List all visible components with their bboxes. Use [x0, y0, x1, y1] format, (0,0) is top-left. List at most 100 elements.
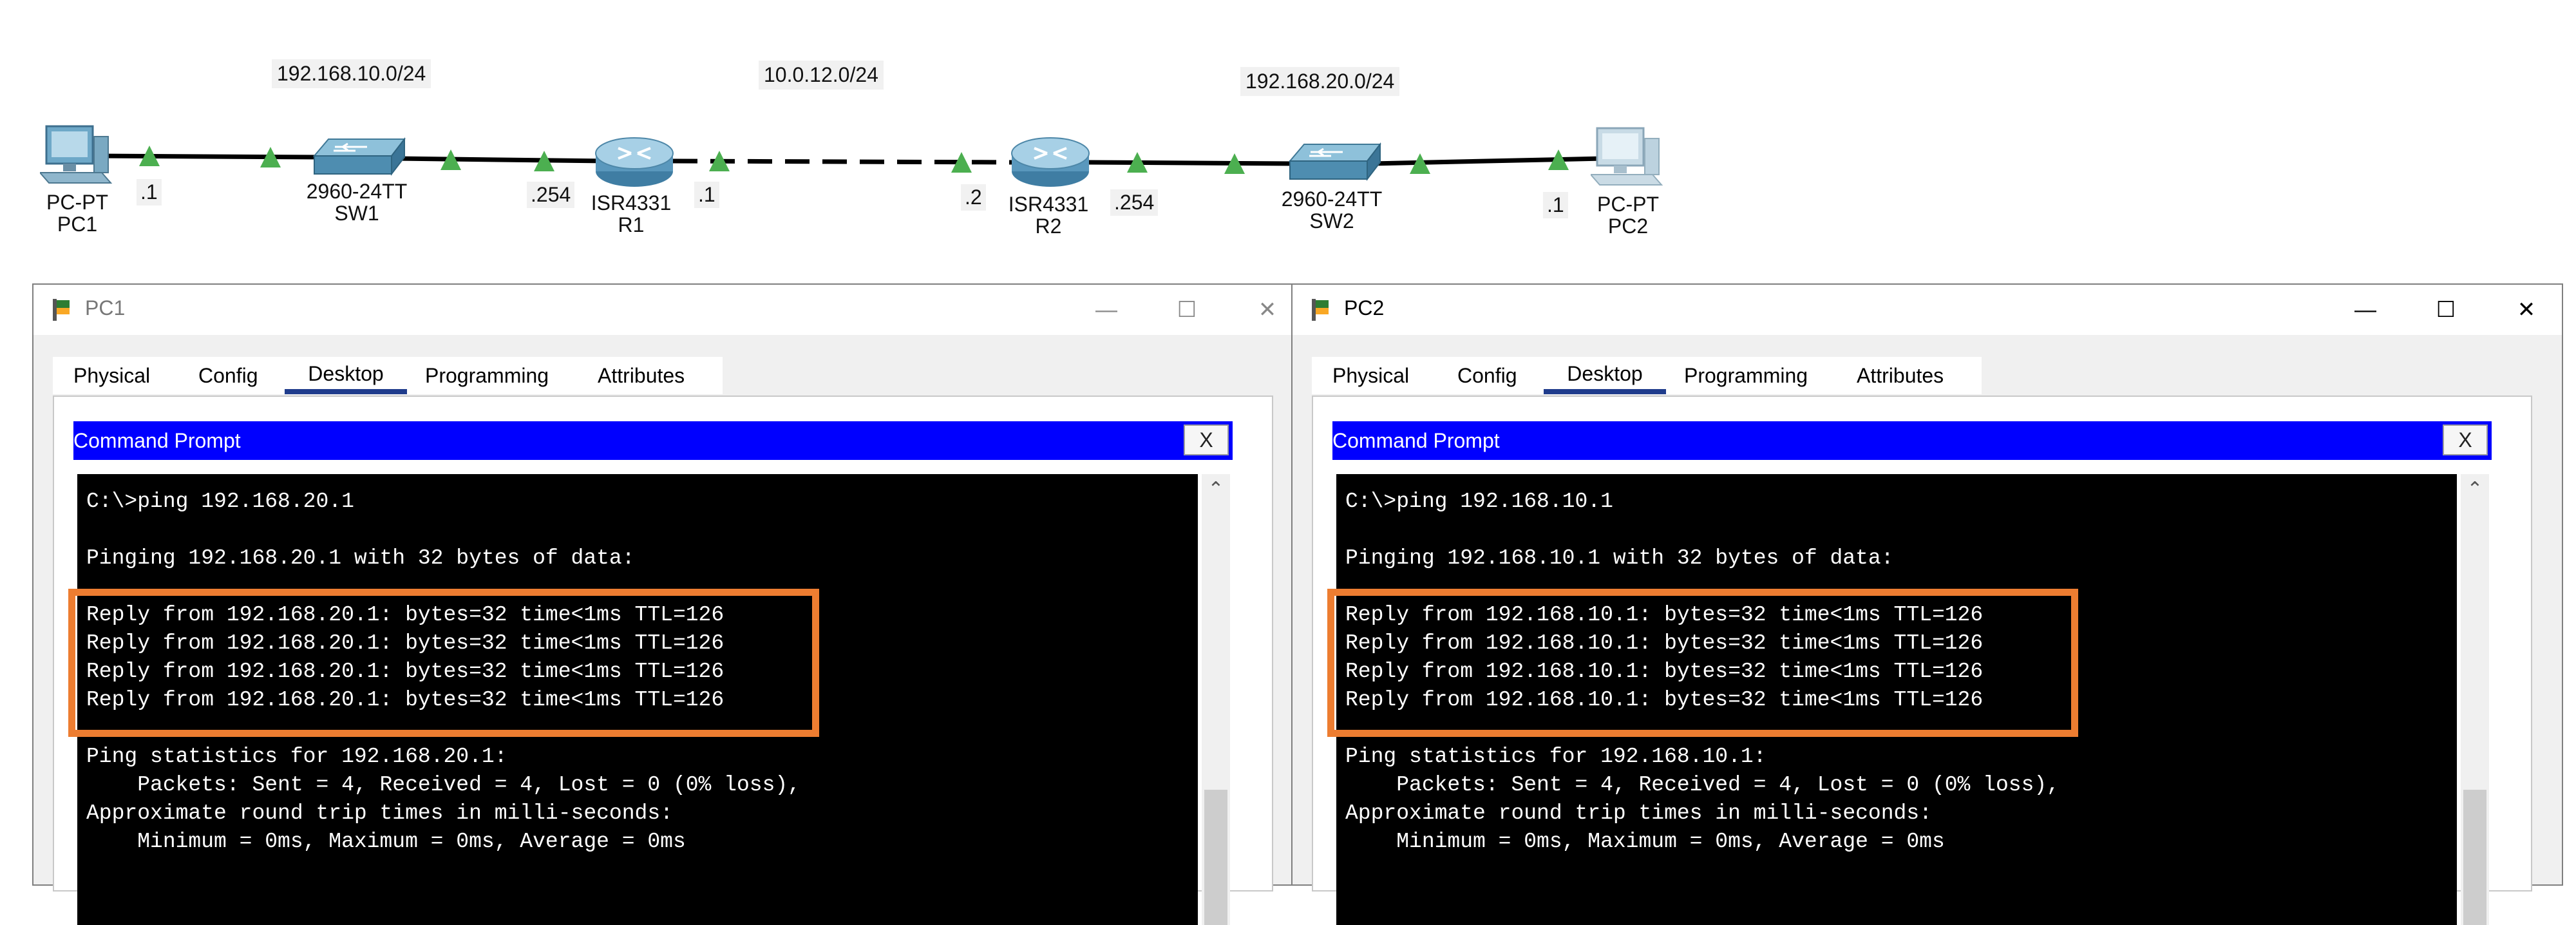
link-pc1-sw1 — [96, 153, 323, 160]
r1-device[interactable] — [592, 134, 676, 189]
terminal-line: Reply from 192.168.20.1: bytes=32 time<1… — [86, 688, 724, 712]
packet-tracer-icon — [1312, 299, 1329, 321]
device-name: SW1 — [334, 202, 379, 225]
window-title: PC1 — [85, 296, 126, 319]
device-label-sw1: 2960-24TT SW1 — [292, 180, 421, 224]
device-model: 2960-24TT — [1281, 187, 1383, 211]
terminal-line: Reply from 192.168.10.1: bytes=32 time<1… — [1345, 603, 1984, 627]
pc1-window[interactable]: PC1 — ☐ ✕ Physical Config Desktop Progra… — [32, 283, 1304, 925]
link-r2-sw2 — [1088, 160, 1295, 166]
terminal-output[interactable]: C:\>ping 192.168.10.1 Pinging 192.168.10… — [1327, 474, 2457, 925]
terminal-line: Packets: Sent = 4, Received = 4, Lost = … — [86, 773, 800, 797]
device-name: R2 — [1035, 215, 1062, 238]
iface-label-r1-wan: .1 — [694, 182, 719, 208]
command-prompt-titlebar: Command Prompt X — [73, 421, 1233, 460]
device-model: 2960-24TT — [306, 180, 408, 203]
tab-attributes[interactable]: Attributes — [598, 357, 685, 394]
scroll-thumb[interactable] — [2463, 790, 2486, 925]
device-label-pc2: PC-PT PC2 — [1564, 193, 1692, 237]
device-label-r2: ISR4331 R2 — [984, 193, 1113, 237]
terminal-line: Minimum = 0ms, Maximum = 0ms, Average = … — [86, 830, 686, 853]
title-bar[interactable]: PC1 — ☐ ✕ — [33, 285, 1303, 335]
tab-programming[interactable]: Programming — [425, 357, 549, 394]
switch-icon — [312, 137, 406, 176]
tab-physical[interactable]: Physical — [1332, 357, 1409, 394]
link-sw1-r1 — [392, 156, 609, 164]
tab-desktop[interactable]: Desktop — [285, 357, 407, 394]
scroll-up-icon[interactable]: ⌃ — [2461, 478, 2489, 504]
pc1-device[interactable] — [38, 124, 117, 188]
terminal-line: C:\>ping 192.168.20.1 — [86, 490, 354, 513]
command-prompt-title: Command Prompt — [1332, 429, 1500, 452]
pc2-device[interactable] — [1589, 126, 1668, 190]
device-model: PC-PT — [1597, 193, 1659, 216]
tab-physical[interactable]: Physical — [73, 357, 150, 394]
command-prompt-title: Command Prompt — [73, 429, 241, 452]
scroll-up-icon[interactable]: ⌃ — [1202, 478, 1230, 504]
maximize-button[interactable]: ☐ — [2410, 290, 2481, 330]
terminal-line: Reply from 192.168.20.1: bytes=32 time<1… — [86, 603, 724, 627]
device-name: SW2 — [1309, 209, 1354, 233]
maximize-button[interactable]: ☐ — [1151, 290, 1222, 330]
command-prompt-titlebar: Command Prompt X — [1332, 421, 2492, 460]
iface-label-r2-wan: .2 — [961, 184, 986, 211]
router-icon — [1011, 137, 1090, 187]
terminal-line: Reply from 192.168.10.1: bytes=32 time<1… — [1345, 631, 1984, 655]
pc2-window[interactable]: PC2 — ☐ ✕ Physical Config Desktop Progra… — [1291, 283, 2563, 925]
pc-icon — [38, 125, 113, 184]
tab-desktop[interactable]: Desktop — [1544, 357, 1666, 394]
device-tabs: Physical Config Desktop Programming Attr… — [53, 357, 723, 394]
title-bar[interactable]: PC2 — ☐ ✕ — [1293, 285, 2562, 335]
link-sw2-pc2 — [1371, 156, 1604, 166]
network-topology: 192.168.10.0/24 10.0.12.0/24 192.168.20.… — [0, 0, 2576, 277]
terminal-line: C:\>ping 192.168.10.1 — [1345, 490, 1613, 513]
command-prompt-close-button[interactable]: X — [1184, 424, 1229, 455]
switch-icon — [1288, 142, 1382, 181]
command-prompt-close-button[interactable]: X — [2443, 424, 2488, 455]
device-label-r1: ISR4331 R1 — [567, 192, 696, 236]
device-model: ISR4331 — [1008, 193, 1089, 216]
terminal-scrollbar[interactable]: ⌃ — [2461, 474, 2489, 925]
terminal-line: Ping statistics for 192.168.10.1: — [1345, 745, 1766, 768]
subnet-label-lan1: 192.168.10.0/24 — [272, 59, 431, 88]
terminal-line: Reply from 192.168.20.1: bytes=32 time<1… — [86, 660, 724, 683]
terminal-line: Pinging 192.168.10.1 with 32 bytes of da… — [1345, 546, 1894, 570]
subnet-label-wan: 10.0.12.0/24 — [759, 61, 884, 90]
window-title: PC2 — [1344, 296, 1385, 319]
desktop-panel: Command Prompt X C:\>ping 192.168.10.1 P… — [1312, 396, 2532, 925]
device-label-pc1: PC-PT PC1 — [13, 191, 142, 235]
router-icon — [595, 137, 674, 187]
terminal-line: Packets: Sent = 4, Received = 4, Lost = … — [1345, 773, 2060, 797]
terminal-line: Reply from 192.168.20.1: bytes=32 time<1… — [86, 631, 724, 655]
tab-attributes[interactable]: Attributes — [1857, 357, 1944, 394]
r2-device[interactable] — [1009, 134, 1092, 189]
minimize-button[interactable]: — — [2330, 290, 2401, 330]
device-model: PC-PT — [46, 191, 108, 214]
tab-programming[interactable]: Programming — [1684, 357, 1808, 394]
terminal-scrollbar[interactable]: ⌃ — [1202, 474, 1230, 925]
device-name: R1 — [618, 213, 645, 236]
terminal-line: Pinging 192.168.20.1 with 32 bytes of da… — [86, 546, 635, 570]
device-label-sw2: 2960-24TT SW2 — [1267, 188, 1396, 232]
pc-icon — [1589, 127, 1663, 186]
device-tabs: Physical Config Desktop Programming Attr… — [1312, 357, 1982, 394]
terminal-line: Approximate round trip times in milli-se… — [86, 801, 673, 825]
terminal-line: Reply from 192.168.10.1: bytes=32 time<1… — [1345, 688, 1984, 712]
tab-config[interactable]: Config — [198, 357, 258, 394]
device-name: PC2 — [1607, 215, 1649, 238]
sw2-device[interactable] — [1285, 139, 1382, 184]
sw1-device[interactable] — [309, 134, 406, 179]
close-button[interactable]: ✕ — [2491, 290, 2562, 330]
terminal-line: Reply from 192.168.10.1: bytes=32 time<1… — [1345, 660, 1984, 683]
terminal-line: Ping statistics for 192.168.20.1: — [86, 745, 507, 768]
iface-label-r2-lan: .254 — [1110, 189, 1159, 216]
subnet-label-lan2: 192.168.20.0/24 — [1240, 67, 1400, 96]
tab-config[interactable]: Config — [1457, 357, 1517, 394]
terminal-line: Minimum = 0ms, Maximum = 0ms, Average = … — [1345, 830, 1945, 853]
scroll-thumb[interactable] — [1204, 790, 1227, 925]
terminal-line: Approximate round trip times in milli-se… — [1345, 801, 1932, 825]
minimize-button[interactable]: — — [1071, 290, 1142, 330]
device-model: ISR4331 — [591, 191, 672, 215]
desktop-panel: Command Prompt X C:\>ping 192.168.20.1 P… — [53, 396, 1273, 925]
terminal-output[interactable]: C:\>ping 192.168.20.1 Pinging 192.168.20… — [68, 474, 1198, 925]
